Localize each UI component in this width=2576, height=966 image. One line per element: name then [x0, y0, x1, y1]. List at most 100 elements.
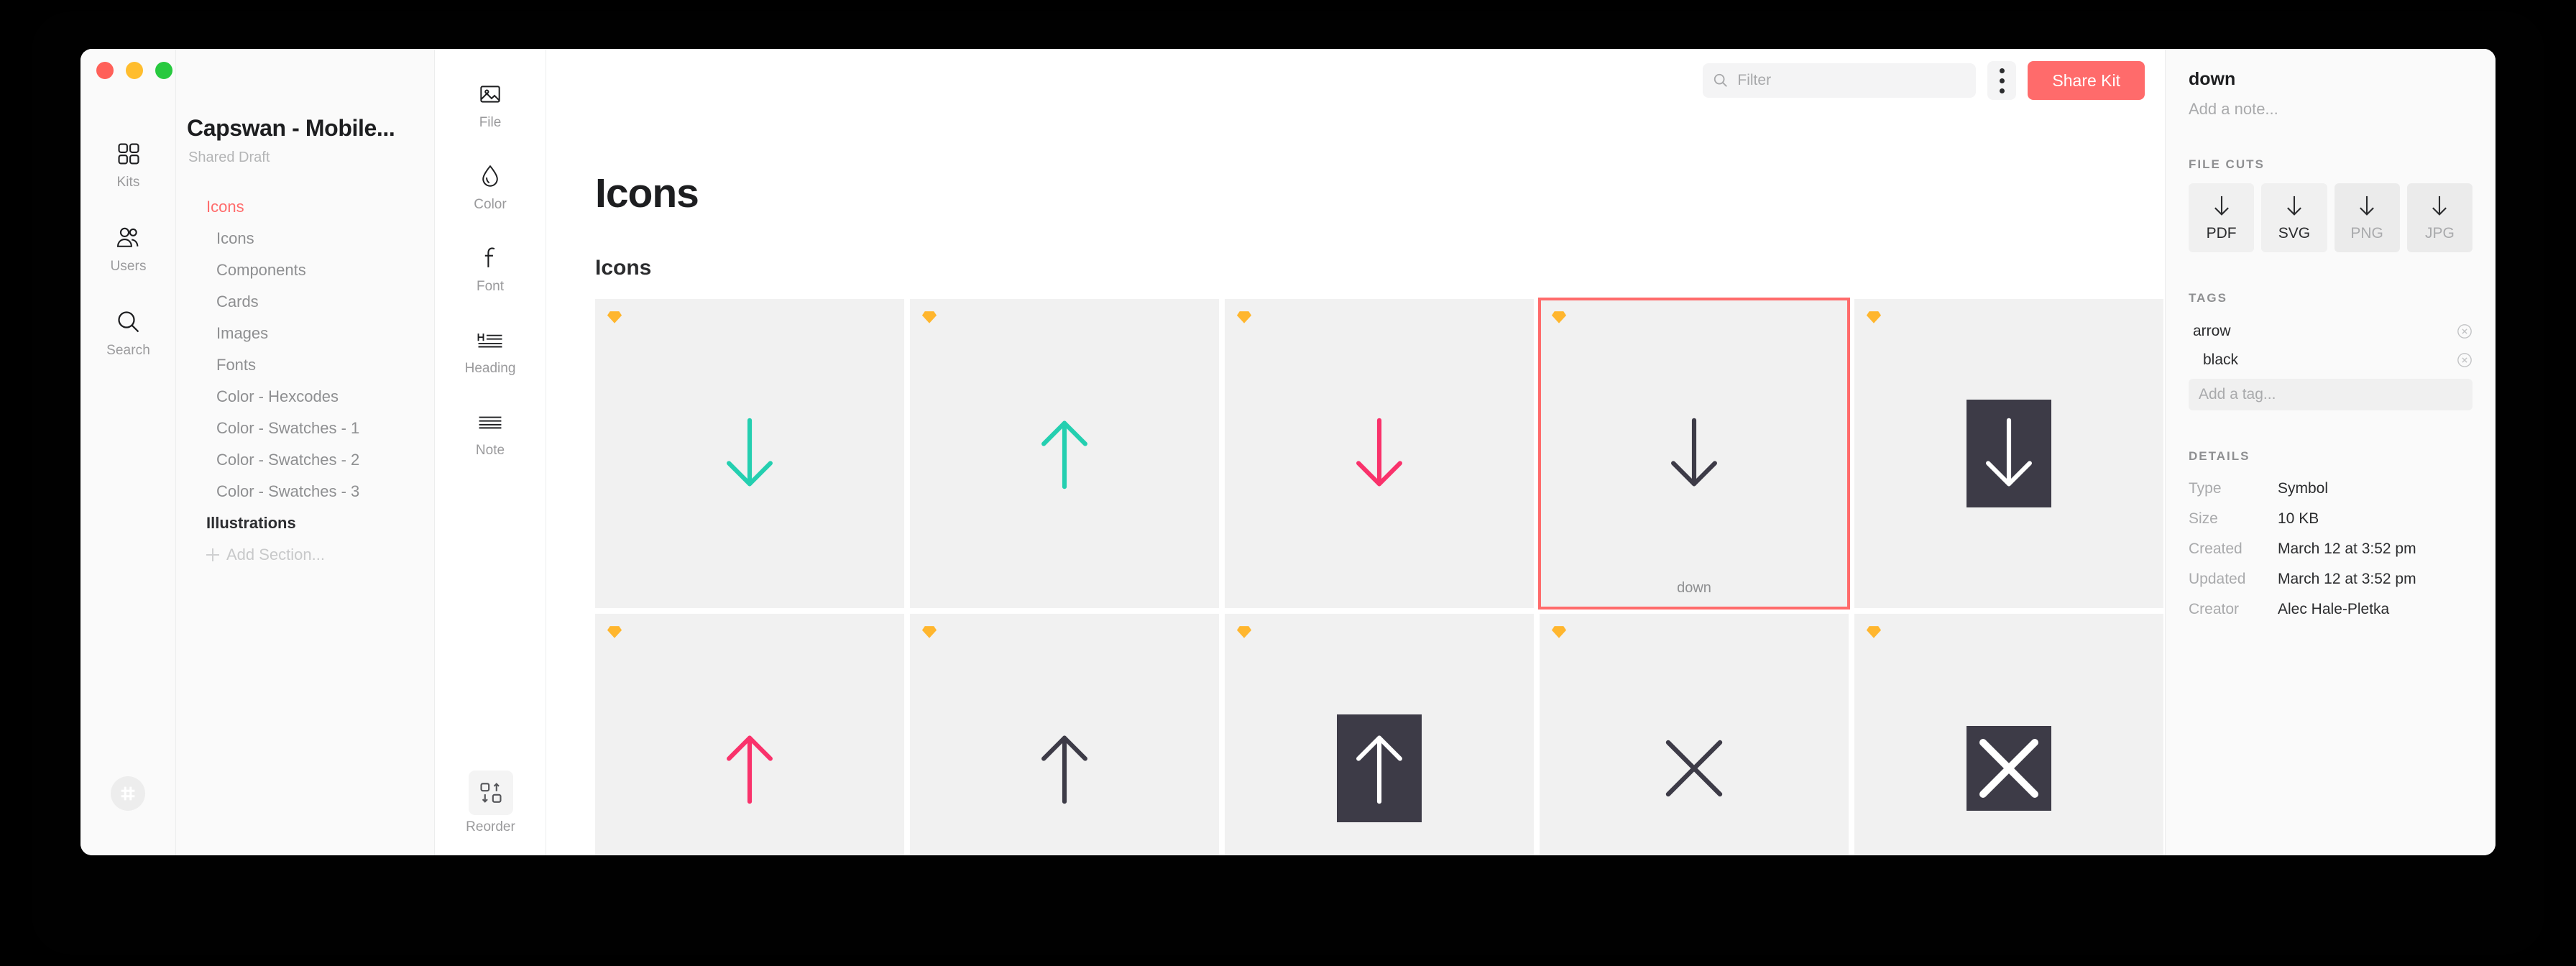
icon-tile[interactable]: down: [1538, 298, 1850, 610]
kebab-menu-icon: [1999, 68, 2005, 73]
detail-row-creator: Creator Alec Hale-Pletka: [2189, 596, 2472, 623]
content-page-title: Icons: [595, 170, 699, 216]
close-x-icon: [1665, 740, 1723, 797]
tag-label: arrow: [2193, 323, 2231, 339]
note-field[interactable]: Add a note...: [2189, 100, 2472, 119]
file-cut-label: JPG: [2424, 225, 2455, 242]
avatar[interactable]: [111, 776, 145, 811]
zoom-window-button[interactable]: [155, 62, 172, 79]
sidebar-item-illustrations[interactable]: Illustrations: [176, 507, 435, 539]
sketch-diamond-icon: [1551, 626, 1567, 638]
users-icon: [116, 224, 142, 252]
sidebar-item-color-swatches-2[interactable]: Color - Swatches - 2: [176, 444, 435, 476]
arrow-up-icon: [727, 735, 773, 804]
icon-tile[interactable]: [1854, 299, 2163, 608]
sidebar-item-components[interactable]: Components: [176, 254, 435, 286]
rail-item-users[interactable]: Users: [80, 224, 176, 275]
tool-color[interactable]: Color: [435, 160, 546, 213]
sketch-diamond-icon: [1866, 626, 1882, 638]
sidebar-item-images[interactable]: Images: [176, 318, 435, 349]
close-window-button[interactable]: [96, 62, 114, 79]
tag-label: black: [2203, 351, 2239, 368]
icon-tile[interactable]: [1854, 614, 2163, 855]
detail-value: 10 KB: [2278, 510, 2319, 527]
icon-artwork: [719, 731, 781, 806]
note-lines-icon: [477, 405, 503, 438]
left-nav-rail: Kits Users Search: [80, 49, 176, 855]
download-icon: [2356, 193, 2378, 218]
file-cut-jpg[interactable]: JPG: [2406, 183, 2472, 252]
icon-tile[interactable]: [1225, 614, 1534, 855]
detail-value: March 12 at 3:52 pm: [2278, 540, 2416, 557]
detail-key: Creator: [2189, 601, 2240, 617]
sketch-diamond-icon: [1866, 311, 1882, 323]
remove-tag-button[interactable]: [2457, 352, 2472, 368]
file-cut-label: PNG: [2350, 225, 2383, 242]
arrow-up-icon: [1041, 735, 1087, 804]
share-kit-button[interactable]: Share Kit: [2028, 61, 2145, 100]
icon-artwork: [1663, 416, 1725, 491]
sidebar-item-icons-group[interactable]: Icons: [176, 191, 435, 223]
tags-heading: TAGS: [2189, 291, 2227, 305]
toolbar: Filter Share Kit: [546, 49, 2165, 112]
detail-key: Type: [2189, 480, 2222, 497]
tool-heading[interactable]: Heading: [435, 323, 546, 377]
detail-key: Created: [2189, 540, 2242, 557]
sidebar-item-color-hexcodes[interactable]: Color - Hexcodes: [176, 381, 435, 413]
arrow-down-icon: [1356, 418, 1402, 487]
tool-font[interactable]: Font: [435, 242, 546, 295]
sidebar-item-color-swatches-3[interactable]: Color - Swatches - 3: [176, 476, 435, 507]
tool-note[interactable]: Note: [435, 405, 546, 459]
sidebar-item-color-swatches-1[interactable]: Color - Swatches - 1: [176, 413, 435, 444]
minimize-window-button[interactable]: [126, 62, 143, 79]
icon-tile[interactable]: [595, 299, 904, 608]
filter-search-box[interactable]: Filter: [1703, 63, 1977, 98]
icon-tile[interactable]: [910, 614, 1219, 855]
detail-key: Updated: [2189, 571, 2246, 587]
file-cut-svg[interactable]: SVG: [2261, 183, 2327, 252]
more-options-button[interactable]: [1987, 61, 2017, 100]
file-cut-png[interactable]: PNG: [2334, 183, 2400, 252]
rail-item-label: Users: [110, 259, 147, 274]
detail-row-size: Size 10 KB: [2189, 505, 2472, 533]
remove-tag-button[interactable]: [2457, 323, 2472, 339]
file-cut-pdf[interactable]: PDF: [2189, 183, 2255, 252]
download-icon: [2283, 193, 2305, 218]
reorder-tool[interactable]: Reorder: [435, 770, 546, 835]
tool-label: Color: [474, 197, 507, 212]
tool-label: File: [479, 115, 502, 130]
sidebar-item-cards[interactable]: Cards: [176, 286, 435, 318]
icon-tile[interactable]: [1225, 299, 1534, 608]
add-section-button[interactable]: Add Section...: [176, 539, 435, 571]
kebab-menu-icon: [1999, 88, 2005, 93]
icon-tile[interactable]: [1540, 614, 1849, 855]
image-file-icon: [479, 78, 502, 111]
icon-artwork: [719, 416, 781, 491]
detail-key: Size: [2189, 510, 2218, 527]
sketch-diamond-icon: [1236, 626, 1252, 638]
inspector-title: down: [2189, 69, 2236, 89]
icon-artwork: [1034, 731, 1095, 806]
arrow-up-icon: [1356, 735, 1402, 804]
reorder-icon: [468, 770, 513, 815]
tag-item: arrow: [2189, 317, 2472, 346]
icon-artwork-box: [1966, 726, 2051, 811]
detail-value: Alec Hale-Pletka: [2278, 601, 2390, 617]
hash-avatar-icon: [121, 786, 135, 801]
search-icon: [116, 308, 142, 336]
sketch-diamond-icon: [921, 626, 937, 638]
arrow-down-icon: [1986, 418, 2032, 487]
icon-artwork: [1034, 416, 1095, 491]
search-icon: [1713, 73, 1729, 88]
rail-item-kits[interactable]: Kits: [80, 139, 176, 190]
tool-file[interactable]: File: [435, 78, 546, 131]
icon-tile[interactable]: [595, 614, 904, 855]
rail-item-label: Kits: [116, 175, 140, 190]
sketch-diamond-icon: [607, 311, 622, 323]
rail-item-search[interactable]: Search: [80, 308, 176, 359]
icon-tile[interactable]: [910, 299, 1219, 608]
sidebar-item-icons[interactable]: Icons: [176, 223, 435, 254]
sidebar-item-fonts[interactable]: Fonts: [176, 349, 435, 381]
icon-tile-label: down: [1677, 580, 1711, 596]
add-tag-input[interactable]: Add a tag...: [2189, 379, 2472, 410]
